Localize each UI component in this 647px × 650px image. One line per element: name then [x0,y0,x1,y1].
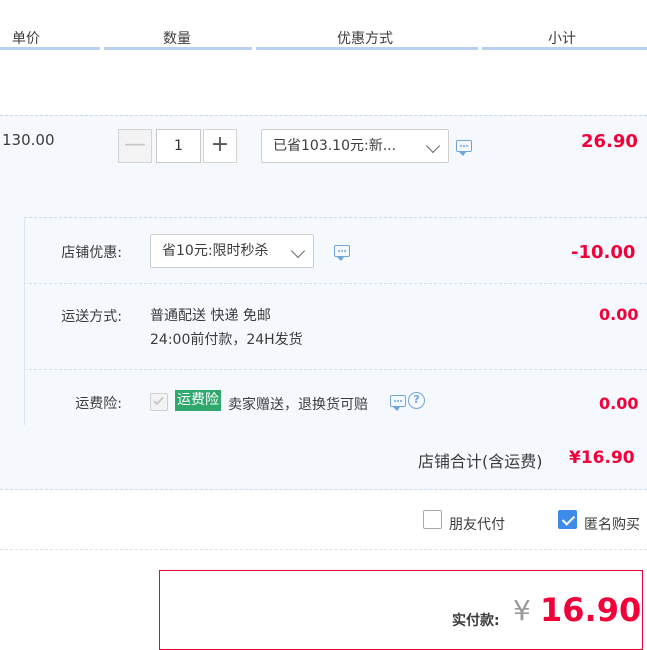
divider [24,369,647,370]
shipping-amount: 0.00 [599,305,639,324]
currency-symbol: ¥ [513,594,531,627]
insurance-amount: 0.00 [599,394,639,413]
shop-discount-select-value: 省10元:限时秒杀 [162,243,269,259]
unit-price: 130.00 [2,131,55,149]
column-header-quantity: 数量 [163,31,191,47]
item-subtotal: 26.90 [581,131,638,152]
column-header-price: 单价 [12,31,40,47]
insurance-label: 运费险: [75,396,122,412]
shipping-label: 运送方式: [61,309,122,325]
chevron-down-icon [425,138,441,154]
quantity-input[interactable]: 1 [156,129,201,163]
payment-amount: 16.90 [540,591,642,629]
anonymous-checkbox[interactable] [558,510,577,529]
message-icon[interactable] [456,140,472,156]
shop-discount-select[interactable]: 省10元:限时秒杀 [150,234,314,268]
message-icon[interactable] [390,395,406,411]
shop-total-label: 店铺合计(含运费) [418,452,543,471]
header-divider [104,47,252,50]
insurance-checkbox[interactable] [150,393,168,411]
divider [24,283,647,284]
shop-section-gutter [0,217,24,425]
friend-pay-checkbox[interactable] [423,510,442,529]
divider [0,549,647,550]
column-header-subtotal: 小计 [548,31,576,47]
payment-label: 实付款: [452,613,500,629]
anonymous-label: 匿名购买 [584,517,640,533]
shipping-method: 普通配送 快递 免邮 [150,308,271,324]
shop-total-bar [0,425,647,490]
header-divider [0,47,100,50]
insurance-description: 卖家赠送，退换货可赔 [228,397,368,413]
header-divider [482,47,647,50]
insurance-tag: 运费险 [175,390,221,411]
shop-discount-label: 店铺优惠: [61,245,122,261]
shipping-deadline: 24:00前付款，24H发货 [150,332,303,348]
chevron-down-icon [290,243,306,259]
shop-discount-amount: -10.00 [571,242,636,263]
item-discount-select[interactable]: 已省103.10元:新... [261,129,449,163]
column-header-discount: 优惠方式 [337,31,393,47]
help-icon[interactable]: ? [408,392,425,409]
shop-total-amount: ¥16.90 [569,448,635,468]
decrease-quantity-button[interactable]: — [118,129,152,163]
header-divider [256,47,478,50]
check-icon [153,394,164,406]
item-discount-select-value: 已省103.10元:新... [273,138,397,154]
message-icon[interactable] [334,245,350,261]
friend-pay-label: 朋友代付 [449,517,505,533]
increase-quantity-button[interactable]: + [203,129,237,163]
